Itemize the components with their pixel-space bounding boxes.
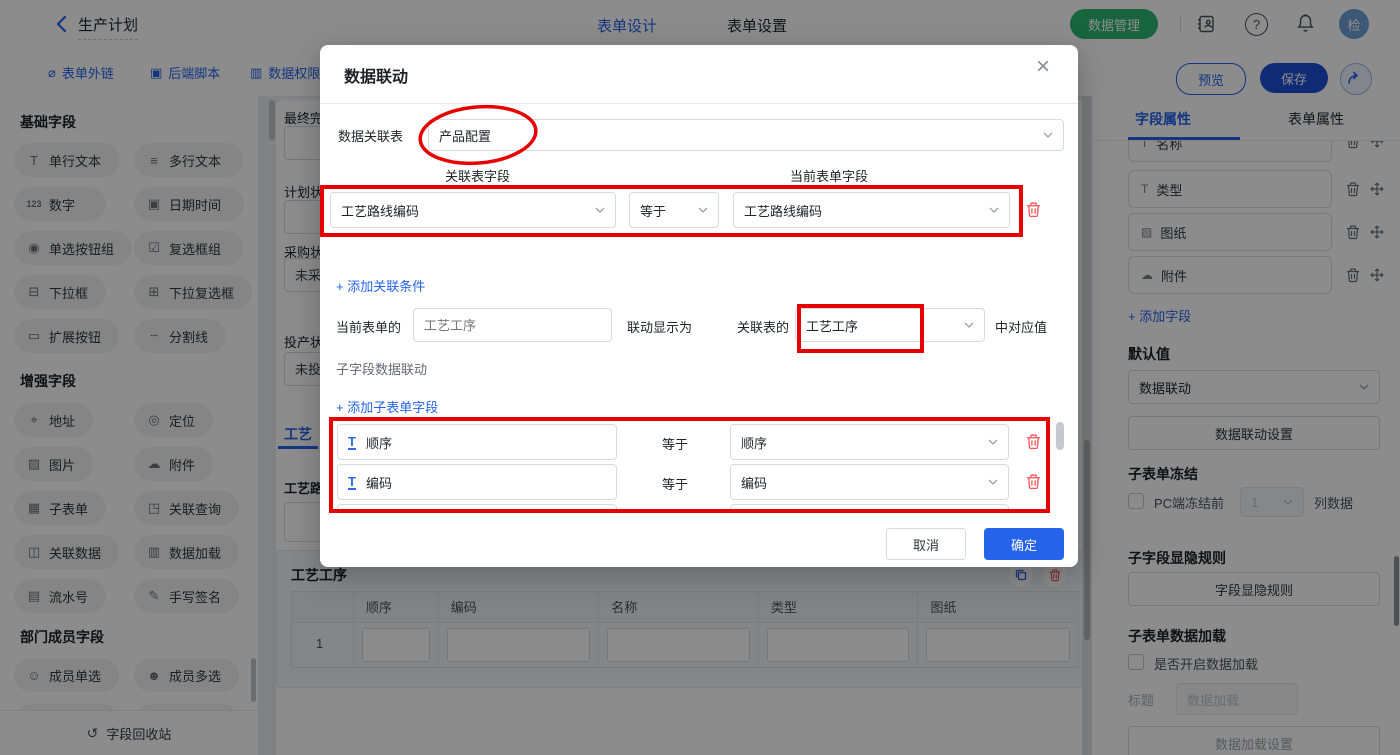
subfield-field-box[interactable]: T 编码	[337, 464, 617, 500]
chevron-down-icon	[698, 207, 708, 213]
display-middle-label: 联动显示为	[627, 320, 693, 335]
display-suffix-label: 中对应值	[995, 320, 1048, 335]
subfield-value-select[interactable]	[730, 504, 1009, 510]
col-header-related: 关联表字段	[445, 169, 511, 184]
add-condition-link[interactable]: + 添加关联条件	[336, 276, 425, 295]
chevron-down-icon	[988, 439, 998, 445]
condition-current-field-value: 工艺路线编码	[744, 203, 823, 219]
chevron-down-icon	[964, 322, 974, 328]
cancel-button[interactable]: 取消	[886, 528, 966, 560]
display-prefix-label: 当前表单的	[336, 320, 402, 335]
chevron-down-icon	[595, 207, 605, 213]
chevron-down-icon	[1043, 132, 1053, 138]
modal-header-divider	[320, 103, 1078, 104]
close-icon[interactable]: ×	[1036, 55, 1050, 79]
data-linkage-modal: 数据联动 × 数据关联表 产品配置 关联表字段 当前表单字段 工艺路线编码 等于…	[320, 45, 1078, 567]
condition-current-field-select[interactable]: 工艺路线编码	[733, 192, 1010, 228]
delete-subfield-icon[interactable]	[1026, 474, 1041, 490]
subfield-operator: 等于	[662, 437, 689, 452]
subfield-field-label: 顺序	[365, 435, 392, 451]
delete-condition-icon[interactable]	[1026, 202, 1041, 218]
condition-related-field-select[interactable]: 工艺路线编码	[330, 192, 616, 228]
relation-table-select[interactable]: 产品配置	[428, 119, 1064, 151]
add-subfield-link[interactable]: + 添加子表单字段	[336, 397, 438, 416]
subfield-field-label: 编码	[365, 475, 392, 491]
text-field-icon: T	[348, 433, 356, 450]
chevron-down-icon	[988, 479, 998, 485]
relation-table-label: 数据关联表	[338, 129, 404, 144]
subfield-row: T 顺序 等于 顺序	[320, 424, 1078, 460]
subfield-value-select[interactable]: 顺序	[730, 424, 1009, 460]
condition-operator-value: 等于	[640, 203, 667, 219]
subfield-rows-viewport: T 顺序 等于 顺序 T 编码 等于 编码	[320, 420, 1078, 510]
condition-related-field-value: 工艺路线编码	[341, 203, 420, 219]
modal-scrollbar[interactable]	[1056, 422, 1064, 450]
subfield-value: 顺序	[741, 435, 768, 451]
delete-subfield-icon[interactable]	[1026, 434, 1041, 450]
subfield-value: 编码	[741, 475, 768, 491]
display-related-label: 关联表的	[737, 320, 790, 335]
subfield-value-select[interactable]: 编码	[730, 464, 1009, 500]
subfield-field-box[interactable]: T 顺序	[337, 424, 617, 460]
chevron-down-icon	[989, 207, 999, 213]
subfield-operator: 等于	[662, 477, 689, 492]
app-page: 生产计划 表单设计 表单设置 数据管理 ? 检 ⌀ 表单外链 ▣ 后端脚本 ▥ …	[0, 0, 1400, 755]
display-field-input[interactable]	[413, 308, 612, 342]
display-related-select[interactable]: 工艺工序	[795, 308, 985, 342]
condition-operator-select[interactable]: 等于	[629, 192, 719, 228]
subfield-row-clipped	[320, 504, 1078, 510]
confirm-button[interactable]: 确定	[984, 528, 1064, 560]
relation-table-value: 产品配置	[439, 128, 492, 144]
subfield-row: T 编码 等于 编码	[320, 464, 1078, 500]
display-related-value: 工艺工序	[806, 318, 859, 334]
modal-title: 数据联动	[344, 69, 409, 86]
subfield-field-box[interactable]	[337, 504, 617, 510]
subfield-section-label: 子字段数据联动	[336, 362, 428, 377]
text-field-icon: T	[348, 473, 356, 490]
col-header-current: 当前表单字段	[790, 169, 869, 184]
